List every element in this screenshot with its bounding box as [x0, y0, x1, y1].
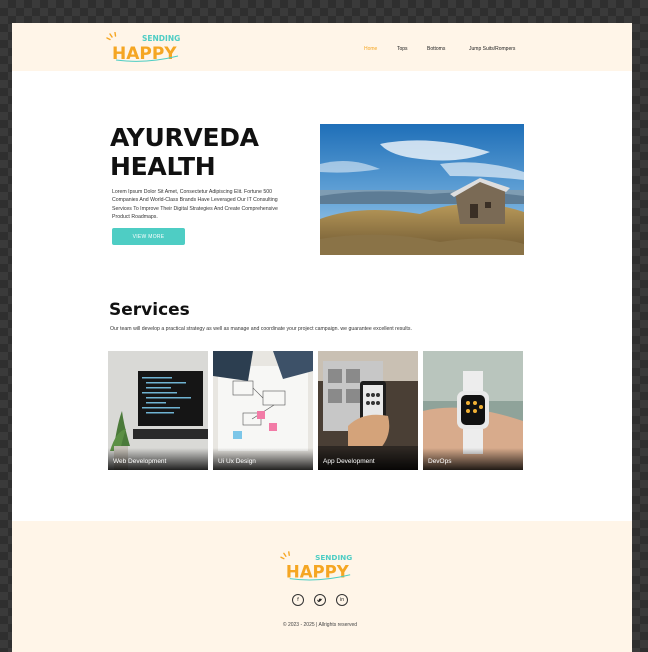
site-header: SENDING HAPPY Home Tops Bottoms Jump Sui…: [12, 23, 632, 71]
hero-title: AYURVEDA HEALTH: [110, 123, 310, 181]
service-card-ui-ux-design[interactable]: Ui Ux Design: [213, 351, 313, 470]
service-card-label: Web Development: [108, 448, 208, 470]
nav-bottoms[interactable]: Bottoms: [427, 46, 445, 52]
services-description: Our team will develop a practical strate…: [110, 326, 412, 332]
social-links: f in: [292, 594, 348, 606]
nav-jumpsuits[interactable]: Jump Suits/Rompers: [469, 46, 515, 52]
services-title: Services: [109, 300, 190, 320]
linkedin-icon[interactable]: in: [336, 594, 348, 606]
service-card-app-development[interactable]: App Development: [318, 351, 418, 470]
footer-logo-text-top: SENDING: [315, 553, 352, 562]
footer-logo[interactable]: SENDING HAPPY: [280, 551, 356, 581]
hero-title-line1: AYURVEDA: [110, 123, 259, 152]
site-footer: SENDING HAPPY f in © 2023 - 2025 | Allri…: [12, 521, 632, 652]
service-card-label: App Development: [318, 448, 418, 470]
hero-title-line2: HEALTH: [110, 152, 216, 181]
service-card-label: Ui Ux Design: [213, 448, 313, 470]
copyright-text: © 2023 - 2025 | Allrights reserved: [282, 622, 358, 628]
service-card-label: DevOps: [423, 448, 523, 470]
service-card-web-development[interactable]: Web Development: [108, 351, 208, 470]
view-more-button[interactable]: VIEW MORE: [112, 228, 185, 245]
nav-tops[interactable]: Tops: [397, 46, 408, 52]
nav-home[interactable]: Home: [364, 46, 377, 52]
hero-image: [320, 124, 524, 255]
logo[interactable]: SENDING HAPPY: [106, 32, 184, 62]
logo-text-main: HAPPY: [112, 44, 177, 62]
logo-text-top: SENDING: [142, 34, 180, 43]
twitter-icon[interactable]: [314, 594, 326, 606]
facebook-icon[interactable]: f: [292, 594, 304, 606]
footer-logo-text-main: HAPPY: [286, 563, 350, 581]
service-card-devops[interactable]: DevOps: [423, 351, 523, 470]
hero-description: Lorem Ipsum Dolor Sit Amet, Consectetur …: [112, 189, 278, 221]
page: SENDING HAPPY Home Tops Bottoms Jump Sui…: [12, 23, 632, 652]
